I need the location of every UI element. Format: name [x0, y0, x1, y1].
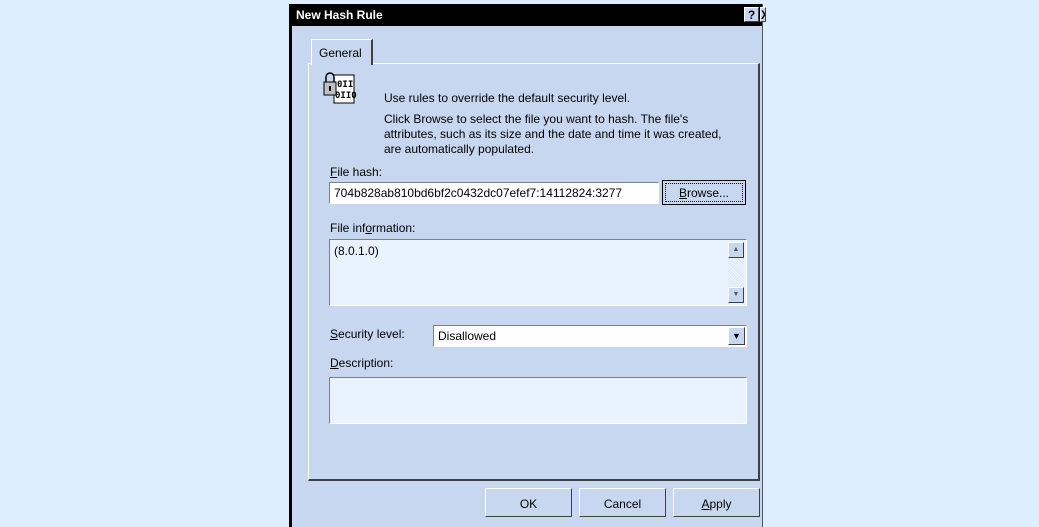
security-level-label: Security level:	[330, 327, 405, 341]
help-button[interactable]: ?	[744, 7, 759, 22]
file-information-value: (8.0.1.0)	[334, 244, 379, 258]
chevron-down-icon[interactable]: ▼	[728, 327, 745, 345]
file-information-box[interactable]: (8.0.1.0) ▲ ▼	[329, 239, 747, 306]
binary-file-icon: 0II 0II0	[323, 72, 357, 104]
svg-text:0II: 0II	[337, 80, 353, 90]
browse-button[interactable]: Browse...	[662, 180, 746, 205]
description-label: Description:	[330, 356, 394, 370]
file-hash-label: File hash:	[330, 165, 383, 179]
scroll-down-icon[interactable]: ▼	[728, 287, 744, 303]
security-level-value: Disallowed	[438, 329, 497, 343]
tab-general-label: General	[319, 46, 362, 60]
close-button[interactable]: X	[760, 7, 766, 22]
new-hash-rule-dialog: New Hash Rule ? X General 0II 0II0 Use r…	[289, 4, 766, 527]
intro-line-1: Use rules to override the default securi…	[384, 91, 631, 105]
apply-button[interactable]: Apply	[673, 488, 760, 517]
description-field[interactable]	[329, 377, 747, 424]
file-hash-field[interactable]: 704b828ab810bd6bf2c0432dc07efef7:1411282…	[329, 182, 659, 204]
svg-text:0II0: 0II0	[335, 91, 357, 101]
cancel-button[interactable]: Cancel	[579, 488, 666, 517]
vertical-scrollbar[interactable]: ▲ ▼	[728, 242, 744, 303]
file-information-label: File information:	[330, 221, 416, 235]
general-tab-panel: 0II 0II0 Use rules to override the defau…	[308, 63, 760, 481]
security-level-select[interactable]: Disallowed ▼	[433, 325, 747, 347]
scroll-up-icon[interactable]: ▲	[728, 242, 744, 258]
title-bar[interactable]: New Hash Rule ? X	[292, 4, 766, 26]
window-title: New Hash Rule	[296, 8, 383, 22]
intro-line-3: attributes, such as its size and the dat…	[384, 127, 722, 141]
intro-line-2: Click Browse to select the file you want…	[384, 112, 689, 126]
intro-line-4: are automatically populated.	[384, 142, 535, 156]
tab-general[interactable]: General	[311, 39, 373, 65]
ok-button[interactable]: OK	[485, 488, 572, 517]
